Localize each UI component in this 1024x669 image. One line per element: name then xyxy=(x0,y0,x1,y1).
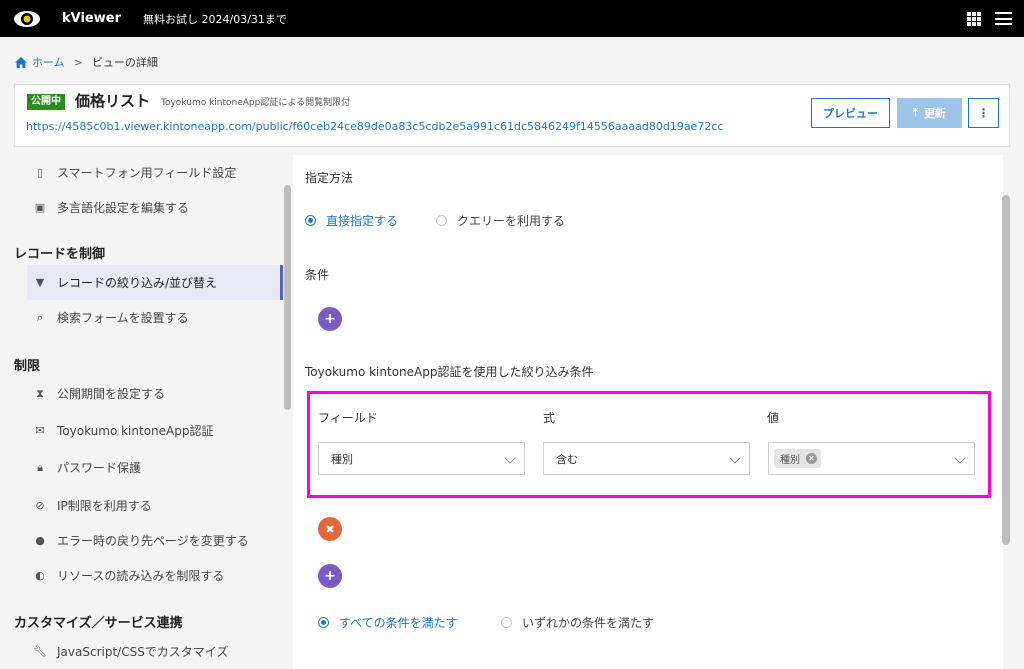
radio-dot xyxy=(436,215,447,226)
radio-dot xyxy=(305,215,316,226)
eye-logo-icon[interactable] xyxy=(12,8,42,30)
radio-any-condition[interactable]: いずれかの条件を満たす xyxy=(501,614,654,631)
add-condition-button[interactable]: + xyxy=(318,307,342,331)
top-bar: kViewer 無料お試し 2024/03/31まで xyxy=(0,0,1024,37)
sidebar-item-label: 検索フォームを設置する xyxy=(57,311,189,325)
preview-button[interactable]: プレビュー xyxy=(811,98,890,128)
sidebar-item-label: JavaScript/CSSでカスタマイズ xyxy=(57,645,229,659)
chevron-down-icon xyxy=(504,452,516,464)
hourglass-icon: ⧗ xyxy=(36,386,44,400)
filter-settings-panel: 指定方法 直接指定する クエリーを利用する 条件 + Toyokumo kint… xyxy=(293,155,1003,669)
chevron-down-icon xyxy=(954,452,966,464)
radio-label: クエリーを利用する xyxy=(457,214,566,228)
update-button[interactable]: ⤒ 更新 xyxy=(897,98,962,128)
trial-text: 無料お試し 2024/03/31まで xyxy=(143,12,287,26)
sidebar-item-record-filter[interactable]: ▼ レコードの絞り込み/並び替え xyxy=(27,265,283,300)
sidebar-item-label: 公開期間を設定する xyxy=(57,387,166,401)
field-column-header: フィールド xyxy=(318,411,378,425)
shield-icon: ◐ xyxy=(35,569,45,582)
method-label: 指定方法 xyxy=(305,171,354,185)
radio-all-conditions[interactable]: すべての条件を満たす xyxy=(318,614,458,631)
sidebar-item-label: 多言語化設定を編集する xyxy=(57,201,190,215)
apps-grid-icon[interactable] xyxy=(967,11,981,26)
sidebar-item-label: IP制限を利用する xyxy=(57,499,152,513)
breadcrumb-current: ビューの詳細 xyxy=(91,56,158,69)
breadcrumb-separator: > xyxy=(73,55,83,69)
sidebar-item-label: パスワード保護 xyxy=(57,461,142,475)
add-auth-condition-button[interactable]: + xyxy=(318,564,342,588)
app-name[interactable]: kViewer xyxy=(62,11,121,26)
settings-sidebar: ▯ スマートフォン用フィールド設定 ▣ 多言語化設定を編集する レコードを制御 … xyxy=(0,155,293,669)
main-scrollbar[interactable] xyxy=(1002,195,1010,545)
sidebar-item-label: Toyokumo kintoneApp認証 xyxy=(57,424,214,438)
wrench-icon: 🔧︎ xyxy=(33,645,47,658)
lock-icon: 🔒︎ xyxy=(37,460,43,474)
auth-condition-row: フィールド 式 値 種別 含む 種別 ✕ xyxy=(307,391,991,498)
value-chip: 種別 ✕ xyxy=(774,449,821,468)
status-badge: 公開中 xyxy=(27,94,65,110)
expression-select-value: 含む xyxy=(556,452,578,466)
sidebar-item-search-form[interactable]: ⌕ 検索フォームを設置する xyxy=(27,300,283,335)
page-title: 価格リスト xyxy=(75,92,151,110)
public-url-link[interactable]: https://4585c0b1.viewer.kintoneapp.com/p… xyxy=(26,120,723,133)
radio-dot xyxy=(501,617,512,628)
expression-select[interactable]: 含む xyxy=(543,442,750,475)
radio-dot xyxy=(318,617,329,628)
field-select[interactable]: 種別 xyxy=(318,442,525,475)
language-icon: ▣ xyxy=(34,201,46,214)
radio-label: いずれかの条件を満たす xyxy=(522,616,655,630)
sidebar-item-label: レコードの絞り込み/並び替え xyxy=(57,276,218,290)
sidebar-item-kintoneapp-auth[interactable]: ✉ Toyokumo kintoneApp認証 xyxy=(27,413,283,448)
filter-icon: ▼ xyxy=(35,276,45,289)
field-select-value: 種別 xyxy=(331,452,353,466)
ban-icon: ⊘ xyxy=(35,499,45,512)
sidebar-item-js-css[interactable]: 🔧︎ JavaScript/CSSでカスタマイズ xyxy=(27,634,283,669)
breadcrumb: ホーム > ビューの詳細 xyxy=(15,54,158,70)
upload-icon: ⤒ xyxy=(913,106,918,119)
radio-use-query[interactable]: クエリーを利用する xyxy=(436,212,565,229)
sidebar-group-record: レコードを制御 xyxy=(14,247,106,262)
radio-label: すべての条件を満たす xyxy=(339,616,458,630)
chevron-down-icon xyxy=(729,452,741,464)
sidebar-item-label: エラー時の戻り先ページを変更する xyxy=(57,534,249,548)
sidebar-item-ip-restriction[interactable]: ⊘ IP制限を利用する xyxy=(27,488,283,523)
value-chip-label: 種別 xyxy=(780,455,800,466)
sidebar-scrollbar[interactable] xyxy=(284,185,291,410)
radio-direct-specify[interactable]: 直接指定する xyxy=(305,212,398,229)
sidebar-item-error-page[interactable]: ● エラー時の戻り先ページを変更する xyxy=(27,523,283,558)
remove-chip-icon[interactable]: ✕ xyxy=(806,453,817,464)
sidebar-item-label: スマートフォン用フィールド設定 xyxy=(57,166,237,180)
smartphone-icon: ▯ xyxy=(36,166,44,179)
more-options-button[interactable]: ⋮ xyxy=(968,98,999,128)
radio-label: 直接指定する xyxy=(326,214,399,228)
breadcrumb-home-link[interactable]: ホーム xyxy=(32,54,65,70)
hamburger-menu-icon[interactable] xyxy=(995,12,1012,25)
value-column-header: 値 xyxy=(767,411,780,425)
expression-column-header: 式 xyxy=(543,411,556,425)
home-icon xyxy=(15,56,27,68)
sidebar-group-limit: 制限 xyxy=(14,359,41,374)
sidebar-item-multilanguage[interactable]: ▣ 多言語化設定を編集する xyxy=(27,190,283,225)
sidebar-item-password[interactable]: 🔒︎ パスワード保護 xyxy=(27,450,283,485)
update-button-label: 更新 xyxy=(923,107,946,120)
auth-subtitle: Toyokumo kintoneApp認証による閲覧制限付 xyxy=(161,98,351,108)
sidebar-item-smartphone-fields[interactable]: ▯ スマートフォン用フィールド設定 xyxy=(27,155,283,190)
sidebar-item-publish-period[interactable]: ⧗ 公開期間を設定する xyxy=(27,376,283,411)
condition-label: 条件 xyxy=(305,268,330,282)
sidebar-group-customize: カスタマイズ／サービス連携 xyxy=(14,616,183,631)
search-icon: ⌕ xyxy=(36,310,44,324)
sidebar-item-resource-limit[interactable]: ◐ リソースの読み込みを制限する xyxy=(27,558,283,593)
alert-icon: ● xyxy=(35,534,45,547)
value-select[interactable]: 種別 ✕ xyxy=(768,442,975,475)
view-header-card: 公開中 価格リスト Toyokumo kintoneApp認証による閲覧制限付 … xyxy=(14,84,1010,147)
mail-icon: ✉ xyxy=(35,424,45,437)
auth-condition-label: Toyokumo kintoneApp認証を使用した絞り込み条件 xyxy=(305,365,594,379)
delete-condition-button[interactable]: ✖ xyxy=(318,517,342,541)
sidebar-item-label: リソースの読み込みを制限する xyxy=(57,569,225,583)
